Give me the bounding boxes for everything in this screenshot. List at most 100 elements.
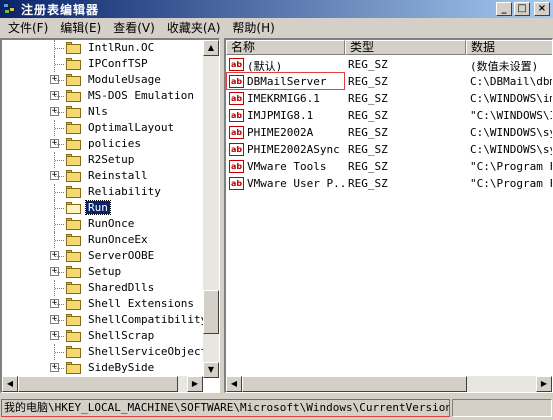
value-name: VMware Tools — [247, 160, 327, 173]
menu-view[interactable]: 查看(V) — [107, 19, 161, 36]
status-bar: 我的电脑\HKEY_LOCAL_MACHINE\SOFTWARE\Microso… — [0, 396, 553, 420]
scroll-left-button[interactable]: ◀ — [2, 376, 18, 392]
tree-item[interactable]: IPConfTSP — [2, 56, 202, 72]
folder-icon — [66, 234, 81, 246]
menu-favorites[interactable]: 收藏夹(A) — [161, 19, 227, 36]
registry-values-pane[interactable]: 名称 类型 数据 ab (默认) REG_SZ (数值未设置) ab DBMailServ… — [224, 38, 553, 393]
tree-scroll-thumb[interactable] — [203, 290, 219, 334]
folder-icon — [66, 346, 81, 358]
string-value-icon: ab — [229, 160, 244, 173]
tree-item[interactable]: + ServerOOBE — [2, 248, 202, 264]
tree-item[interactable]: + Nls — [2, 104, 202, 120]
value-type: REG_SZ — [348, 109, 388, 122]
values-hscroll-thumb[interactable] — [242, 376, 467, 392]
tree-line — [55, 224, 64, 225]
tree-item[interactable]: Reliability — [2, 184, 202, 200]
scroll-down-button[interactable]: ▼ — [203, 362, 219, 378]
minimize-button[interactable]: _ — [496, 2, 512, 16]
tree-horizontal-scrollbar[interactable]: ◀ ▶ — [2, 376, 203, 392]
scroll-up-button[interactable]: ▲ — [203, 40, 219, 56]
tree-item[interactable]: + ShellCompatibility — [2, 312, 207, 328]
maximize-button[interactable]: □ — [514, 2, 530, 16]
value-data: "C:\Program F — [470, 177, 553, 190]
value-type: REG_SZ — [348, 92, 388, 105]
folder-icon — [66, 362, 81, 374]
menu-file[interactable]: 文件(F) — [2, 19, 54, 36]
tree-line — [55, 336, 64, 337]
tree-hscroll-thumb[interactable] — [18, 376, 178, 392]
folder-icon — [66, 58, 81, 70]
header-name[interactable]: 名称 — [226, 40, 345, 55]
menu-bar: 文件(F) 编辑(E) 查看(V) 收藏夹(A) 帮助(H) — [0, 18, 553, 37]
scroll-left-button[interactable]: ◀ — [226, 376, 242, 392]
highlight-annotation — [226, 72, 345, 90]
header-type[interactable]: 类型 — [345, 40, 466, 55]
tree-item[interactable]: + policies — [2, 136, 202, 152]
tree-item[interactable]: RunOnceEx — [2, 232, 202, 248]
tree-item[interactable]: IntlRun.OC — [2, 40, 202, 56]
title-bar: 注册表编辑器 _ □ × — [0, 0, 553, 18]
tree-item-label: policies — [88, 137, 141, 150]
value-name: PHIME2002ASync — [247, 143, 340, 156]
tree-item[interactable]: + MS-DOS Emulation — [2, 88, 202, 104]
tree-item-label: Run — [85, 200, 111, 215]
header-data[interactable]: 数据 — [466, 40, 552, 55]
string-value-icon: ab — [229, 92, 244, 105]
folder-icon — [66, 250, 81, 262]
tree-item-label: IntlRun.OC — [88, 41, 155, 54]
tree-item[interactable]: SharedDlls — [2, 280, 202, 296]
tree-item-label: OptimalLayout — [88, 121, 175, 134]
menu-help[interactable]: 帮助(H) — [226, 19, 280, 36]
string-value-icon: ab — [229, 143, 244, 156]
tree-item[interactable]: + Reinstall — [2, 168, 202, 184]
tree-item-label: Reliability — [88, 185, 161, 198]
tree-item[interactable]: OptimalLayout — [2, 120, 202, 136]
value-row[interactable]: ab VMware Tools REG_SZ "C:\Program F — [226, 158, 552, 175]
string-value-icon: ab — [229, 109, 244, 122]
scroll-right-button[interactable]: ▶ — [187, 376, 203, 392]
tree-line — [55, 160, 64, 161]
value-row[interactable]: ab IMEKRMIG6.1 REG_SZ C:\WINDOWS\im — [226, 90, 552, 107]
folder-icon — [66, 330, 81, 342]
tree-line — [55, 320, 64, 321]
window-title: 注册表编辑器 — [21, 2, 100, 17]
value-type: REG_SZ — [348, 75, 388, 88]
tree-item[interactable]: + ShellScrap — [2, 328, 202, 344]
folder-icon — [66, 154, 81, 166]
tree-line — [55, 64, 64, 65]
tree-vertical-scrollbar[interactable]: ▲ ▼ — [203, 40, 219, 378]
tree-item-label: RunOnce — [88, 217, 135, 230]
status-path: 我的电脑\HKEY_LOCAL_MACHINE\SOFTWARE\Microso… — [1, 399, 450, 417]
tree-item[interactable]: + Shell Extensions — [2, 296, 202, 312]
scroll-right-button[interactable]: ▶ — [536, 376, 552, 392]
tree-item[interactable]: + Setup — [2, 264, 202, 280]
tree-item-label: SharedDlls — [88, 281, 155, 294]
tree-line — [55, 208, 64, 209]
tree-line — [55, 192, 64, 193]
string-value-icon: ab — [229, 58, 244, 71]
value-name: IMEKRMIG6.1 — [247, 92, 320, 105]
registry-tree-pane[interactable]: IntlRun.OC IPConfTSP + ModuleUsage + MS-DOS E… — [0, 38, 220, 393]
tree-item-label: RunOnceEx — [88, 233, 148, 246]
value-row[interactable]: ab VMware User P... REG_SZ "C:\Program F — [226, 175, 553, 192]
tree-item[interactable]: + ModuleUsage — [2, 72, 202, 88]
tree-item[interactable]: Run — [2, 200, 202, 216]
tree-line — [55, 272, 64, 273]
close-button[interactable]: × — [534, 2, 550, 16]
tree-item-label: Nls — [88, 105, 108, 118]
value-row[interactable]: ab PHIME2002A REG_SZ C:\WINDOWS\sy — [226, 124, 552, 141]
values-horizontal-scrollbar[interactable]: ◀ ▶ — [226, 376, 552, 392]
tree-line — [55, 96, 64, 97]
tree-line — [55, 128, 64, 129]
tree-item[interactable]: R2Setup — [2, 152, 202, 168]
folder-icon — [66, 266, 81, 278]
folder-icon — [66, 314, 81, 326]
menu-edit[interactable]: 编辑(E) — [54, 19, 107, 36]
tree-item[interactable]: + SideBySide — [2, 360, 202, 376]
value-row[interactable]: ab IMJPMIG8.1 REG_SZ "C:\WINDOWS\I — [226, 107, 552, 124]
value-row[interactable]: ab (默认) REG_SZ (数值未设置) — [226, 56, 552, 73]
value-row[interactable]: ab PHIME2002ASync REG_SZ C:\WINDOWS\sy — [226, 141, 552, 158]
tree-item[interactable]: ShellServiceObjectD — [2, 344, 214, 360]
tree-item-label: ShellCompatibility — [88, 313, 208, 326]
tree-item[interactable]: RunOnce — [2, 216, 202, 232]
